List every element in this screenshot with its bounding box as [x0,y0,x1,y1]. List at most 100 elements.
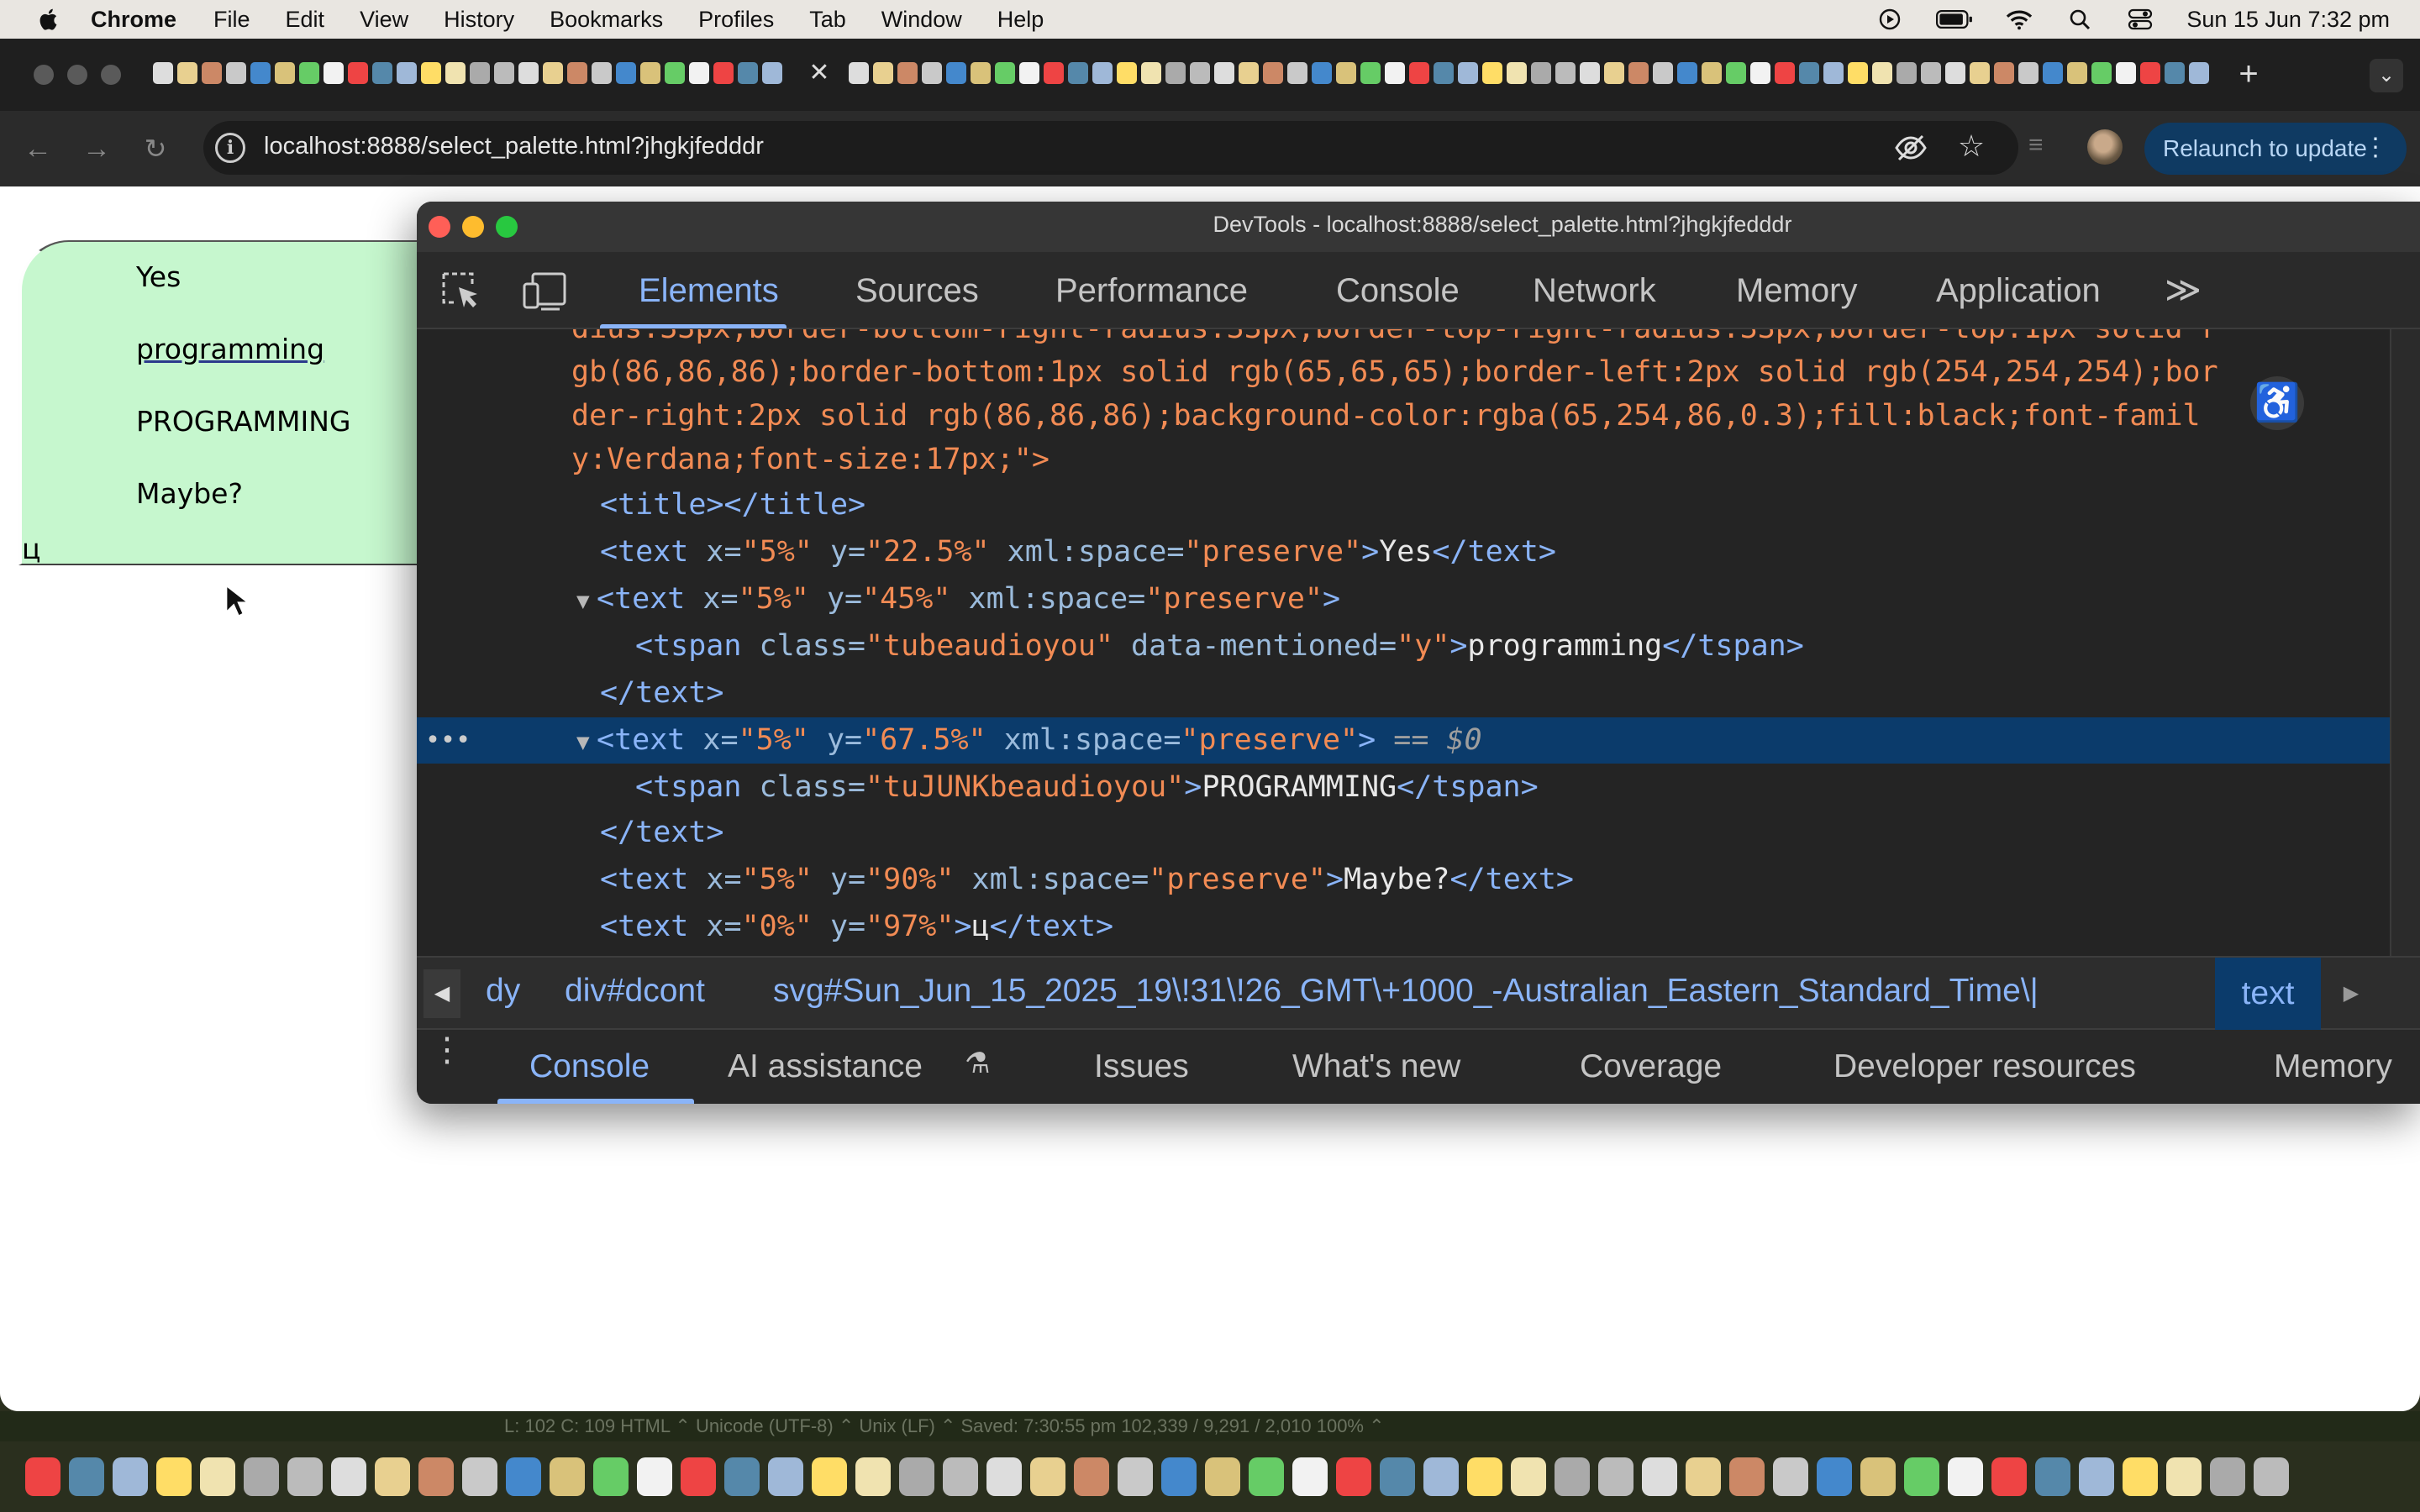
tab-favicon-icon[interactable] [397,62,417,84]
tab-favicon-icon[interactable] [518,62,539,84]
expand-triangle-icon[interactable]: ▼ [576,720,597,766]
tab-favicon-icon[interactable] [1190,62,1210,84]
tab-favicon-icon[interactable] [1482,62,1502,84]
tab-application[interactable]: Application [1936,272,2101,310]
dock-app-icon[interactable] [1467,1457,1502,1496]
menu-window[interactable]: Window [881,7,962,33]
dock-app-icon[interactable] [1074,1457,1109,1496]
dom-node-text-maybe[interactable]: <text x="5%" y="90%" xml:space="preserve… [417,857,2391,903]
tab-favicon-icon[interactable] [470,62,490,84]
dom-style-line[interactable]: gb(86,86,86);border-bottom:1px solid rgb… [417,349,2391,396]
apple-logo-icon[interactable] [34,7,66,32]
menu-bookmarks[interactable]: Bookmarks [550,7,663,33]
tab-favicon-icon[interactable] [1726,62,1746,84]
tab-favicon-icon[interactable] [1872,62,1892,84]
profile-avatar[interactable] [2087,129,2123,165]
dock-app-icon[interactable] [287,1457,323,1496]
tab-favicon-icon[interactable] [1775,62,1795,84]
bookmark-star-icon[interactable]: ☆ [1954,129,1988,163]
tab-favicon-icon[interactable] [640,62,660,84]
dom-node-text-close[interactable]: </text> [417,670,2391,717]
dock-app-icon[interactable] [1991,1457,2027,1496]
tab-favicons[interactable] [849,62,2210,87]
kebab-menu-icon[interactable]: ⋮ [2363,133,2388,163]
drawer-tab-ai-assistance[interactable]: AI assistance [728,1048,923,1085]
tab-favicon-icon[interactable] [1702,62,1722,84]
tab-favicon-icon[interactable] [1044,62,1064,84]
tab-favicon-icon[interactable] [2091,62,2112,84]
tab-favicon-icon[interactable] [1092,62,1113,84]
dock-app-icon[interactable] [375,1457,410,1496]
tab-sources[interactable]: Sources [855,272,979,310]
dock-app-icon[interactable] [1817,1457,1852,1496]
dock-app-icon[interactable] [506,1457,541,1496]
dock-app-icon[interactable] [69,1457,104,1496]
tab-favicon-icon[interactable] [275,62,295,84]
drawer-tab-whats-new[interactable]: What's new [1292,1048,1460,1085]
dock-app-icon[interactable] [943,1457,978,1496]
drawer-tab-coverage[interactable]: Coverage [1580,1048,1722,1085]
menu-edit[interactable]: Edit [286,7,325,33]
tab-favicon-icon[interactable] [299,62,319,84]
tab-favicon-icon[interactable] [1239,62,1259,84]
dock-app-icon[interactable] [2035,1457,2070,1496]
tab-console[interactable]: Console [1336,272,1460,310]
tab-favicon-icon[interactable] [1604,62,1624,84]
tab-favicon-icon[interactable] [1385,62,1405,84]
tab-favicon-icon[interactable] [1165,62,1186,84]
eye-slash-icon[interactable] [1894,133,1928,163]
option-yes[interactable]: Yes [136,260,181,293]
tab-favicon-icon[interactable] [1019,62,1039,84]
more-tabs-chevron-icon[interactable]: ≫ [2165,269,2202,310]
dock-app-icon[interactable] [768,1457,803,1496]
menu-tab[interactable]: Tab [809,7,846,33]
tab-favicon-icon[interactable] [1897,62,1917,84]
tab-favicon-icon[interactable] [543,62,563,84]
dock-app-icon[interactable] [244,1457,279,1496]
dock-app-icon[interactable] [1642,1457,1677,1496]
tab-favicon-icon[interactable] [445,62,466,84]
breadcrumb-scroll-left-icon[interactable]: ◀ [424,969,460,1018]
tab-favicon-icon[interactable] [849,62,869,84]
inspect-element-icon[interactable] [439,269,486,312]
tab-favicon-icon[interactable] [202,62,222,84]
tab-favicon-icon[interactable] [616,62,636,84]
tab-favicon-icon[interactable] [421,62,441,84]
dock-app-icon[interactable] [1729,1457,1765,1496]
dock-app-icon[interactable] [724,1457,760,1496]
relaunch-to-update-button[interactable]: Relaunch to update ⋮ [2144,123,2407,175]
macos-dock[interactable] [25,1441,2403,1512]
address-bar[interactable]: i localhost:8888/select_palette.html?jhg… [203,121,2018,175]
tab-favicon-icon[interactable] [1068,62,1088,84]
dock-app-icon[interactable] [1118,1457,1153,1496]
tab-favicon-icon[interactable] [1945,62,1965,84]
dom-node-text-yes[interactable]: <text x="5%" y="22.5%" xml:space="preser… [417,529,2391,575]
dock-app-icon[interactable] [681,1457,716,1496]
menu-profiles[interactable]: Profiles [698,7,774,33]
tab-favicon-icon[interactable] [1994,62,2014,84]
search-icon[interactable] [2065,8,2094,30]
menu-view[interactable]: View [360,7,408,33]
device-toolbar-icon[interactable] [521,269,568,312]
dock-app-icon[interactable] [1773,1457,1808,1496]
dock-app-icon[interactable] [855,1457,891,1496]
tab-favicon-icon[interactable] [494,62,514,84]
tab-favicon-icon[interactable] [2043,62,2063,84]
dock-app-icon[interactable] [1860,1457,1896,1496]
dock-app-icon[interactable] [331,1457,366,1496]
dom-node-tspan-programming[interactable]: <tspan class="tubeaudioyou" data-mention… [417,623,2391,669]
dock-app-icon[interactable] [1598,1457,1634,1496]
window-close-button[interactable] [34,65,54,85]
dock-app-icon[interactable] [986,1457,1022,1496]
tab-favicon-icon[interactable] [1409,62,1429,84]
expand-triangle-icon[interactable]: ▼ [576,579,597,625]
tab-favicon-icon[interactable] [1214,62,1234,84]
tab-favicon-icon[interactable] [1531,62,1551,84]
tab-favicon-icon[interactable] [226,62,246,84]
play-circle-icon[interactable] [1876,8,1904,30]
drawer-tab-developer-resources[interactable]: Developer resources [1833,1048,2136,1085]
tab-performance[interactable]: Performance [1055,272,1248,310]
dock-app-icon[interactable] [1336,1457,1371,1496]
tab-favicon-icon[interactable] [1823,62,1844,84]
new-tab-button[interactable]: + [2233,57,2264,91]
